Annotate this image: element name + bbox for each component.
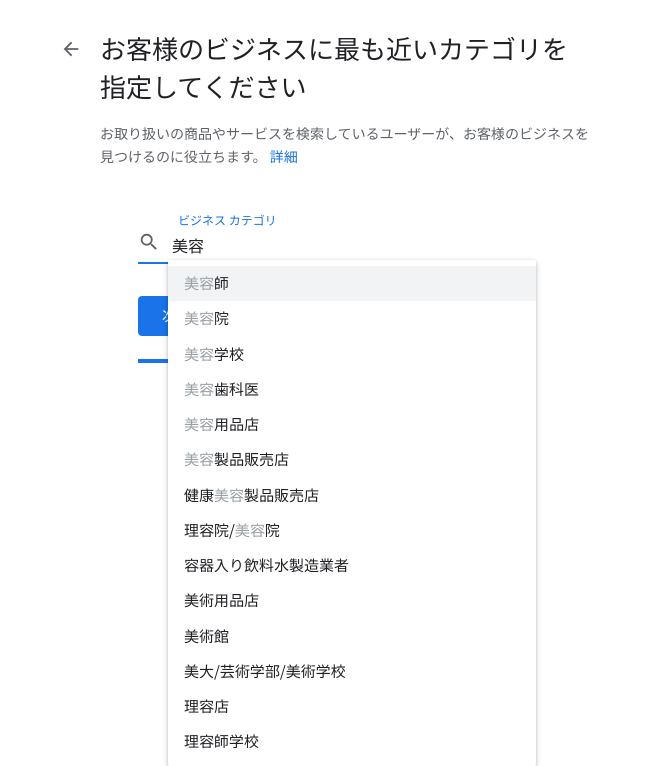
- suggestion-item[interactable]: 美術館: [168, 619, 536, 654]
- suggestion-item[interactable]: 美容院: [168, 301, 536, 336]
- suggestion-item[interactable]: 美容学校: [168, 337, 536, 372]
- suggestion-item[interactable]: 理容師学校: [168, 724, 536, 759]
- suggestion-item[interactable]: 健康美容製品販売店: [168, 478, 536, 513]
- search-icon: [138, 231, 160, 258]
- search-field-label: ビジネス カテゴリ: [178, 212, 518, 229]
- suggestion-item[interactable]: 美容歯科医: [168, 372, 536, 407]
- suggestion-item[interactable]: 容器入り飲料水製造業者: [168, 548, 536, 583]
- back-arrow-icon[interactable]: [60, 38, 82, 65]
- page-subtitle: お取り扱いの商品やサービスを検索しているユーザーが、お客様のビジネスを見つけるの…: [100, 123, 592, 168]
- suggestion-item[interactable]: 美容師: [168, 266, 536, 301]
- suggestions-dropdown: 美容師美容院美容学校美容歯科医美容用品店美容製品販売店健康美容製品販売店理容院/…: [168, 260, 536, 766]
- details-link[interactable]: 詳細: [270, 147, 298, 167]
- suggestion-item[interactable]: 理容店: [168, 689, 536, 724]
- suggestion-item[interactable]: 美容用品店: [168, 407, 536, 442]
- subtitle-text: お取り扱いの商品やサービスを検索しているユーザーが、お客様のビジネスを見つけるの…: [100, 124, 589, 166]
- search-input[interactable]: [172, 233, 518, 257]
- suggestion-item[interactable]: 美容製品販売店: [168, 442, 536, 477]
- page-title: お客様のビジネスに最も近いカテゴリを指定してください: [100, 30, 592, 105]
- suggestion-item[interactable]: 美大/芸術学部/美術学校: [168, 654, 536, 689]
- suggestion-item[interactable]: 美術用品店: [168, 583, 536, 618]
- suggestion-item[interactable]: 理容院/美容院: [168, 513, 536, 548]
